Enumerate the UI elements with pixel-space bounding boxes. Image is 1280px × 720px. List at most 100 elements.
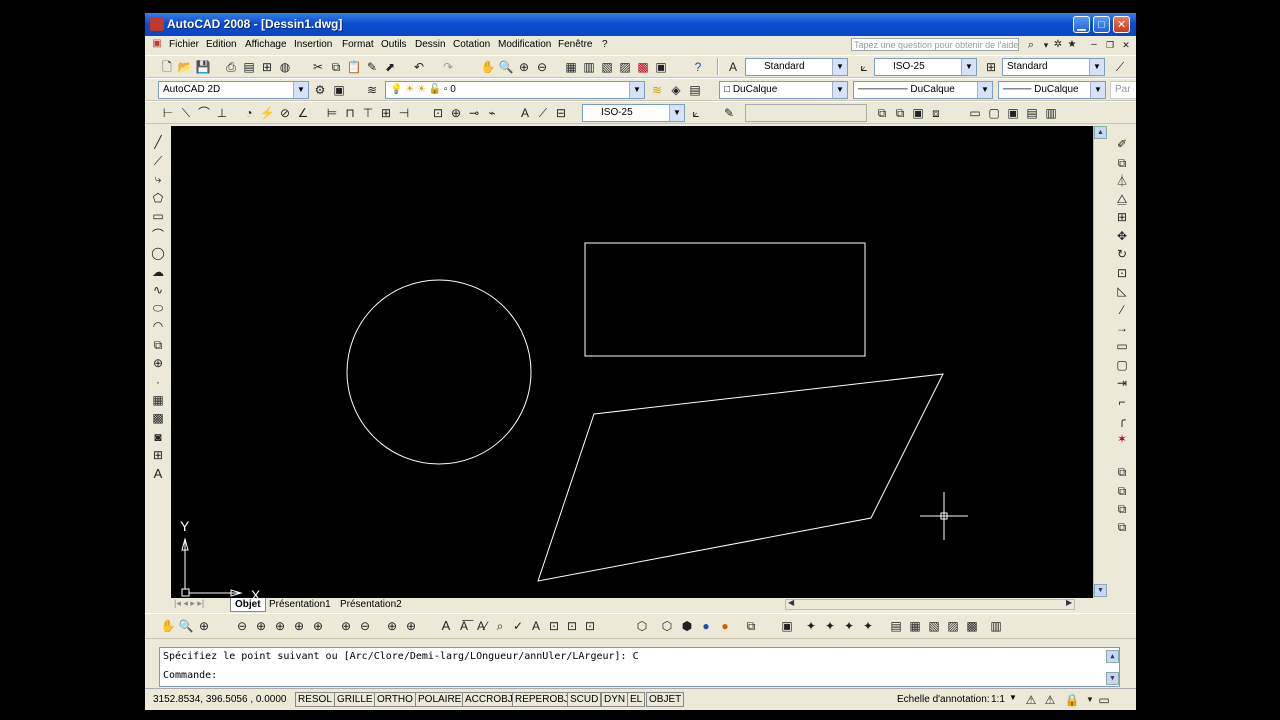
menu-dessin[interactable]: Dessin (415, 39, 446, 50)
paste-icon[interactable]: 📋 (346, 59, 362, 75)
draw-order-below-icon[interactable]: ⧉ (1114, 519, 1130, 535)
array-icon[interactable]: ⊞ (1114, 209, 1130, 225)
dim-style-icon[interactable]: ⟀ (856, 59, 872, 75)
drawn-circle[interactable] (346, 279, 532, 465)
toggle-dyn[interactable]: DYN (601, 692, 629, 707)
spell-check-icon[interactable]: ✓ (510, 618, 526, 634)
coordinate-display[interactable]: 3152.8534, 396.5056 , 0.0000 (153, 694, 286, 705)
point-icon[interactable]: · (150, 374, 166, 390)
plot-icon[interactable]: ▧ (926, 618, 942, 634)
justify-text-icon[interactable]: ⧈ (928, 105, 944, 121)
open-file-icon[interactable]: 📂 (177, 59, 193, 75)
rectangle-icon[interactable]: ▭ (150, 208, 166, 224)
zoom-previous-icon[interactable]: ⊖ (534, 59, 550, 75)
rotate-icon[interactable]: ↻ (1114, 246, 1130, 262)
zoom-out-icon[interactable]: ⊖ (357, 618, 373, 634)
tab-nav-arrows-icon[interactable]: |◂ ◂ ▸ ▸| (174, 598, 204, 609)
fillet-icon[interactable]: ╭ (1114, 412, 1130, 428)
menu-insertion[interactable]: Insertion (294, 39, 332, 50)
make-block-icon[interactable]: ⊕ (150, 355, 166, 371)
toggle-scud[interactable]: SCUD (567, 692, 602, 707)
undo-icon[interactable]: ↶ (411, 59, 427, 75)
tab-presentation2[interactable]: Présentation2 (340, 598, 402, 612)
viewport-object-icon[interactable]: ▣ (1005, 105, 1021, 121)
layer-manager-icon[interactable]: ≋ (364, 82, 380, 98)
markup-icon[interactable]: ▩ (635, 59, 651, 75)
tool-palettes-icon[interactable]: ▧ (599, 59, 615, 75)
trim-icon[interactable]: ⁄ (1114, 302, 1130, 318)
compare-icon[interactable]: ▥ (988, 618, 1004, 634)
aligned-dim-icon[interactable]: ⟍ (178, 105, 194, 121)
extend-icon[interactable]: → (1114, 320, 1130, 336)
center-mark-icon[interactable]: ⊕ (448, 105, 464, 121)
animation-icon[interactable]: ✦ (860, 618, 876, 634)
layer-select[interactable]: 💡 ☀ ☀ 🔓 ▫ 0 ▼ (385, 81, 645, 99)
zoom-center-icon[interactable]: ⊕ (291, 618, 307, 634)
pan-icon[interactable]: ✋ (480, 59, 496, 75)
scroll-down-icon[interactable]: ▼ (1094, 584, 1107, 597)
quick-dim-icon[interactable]: ⊨ (324, 105, 340, 121)
layer-states-icon[interactable]: ▤ (687, 82, 703, 98)
polygon-icon[interactable]: ⬠ (150, 190, 166, 206)
pan-realtime-icon[interactable]: ✋ (160, 618, 176, 634)
scale-icon[interactable]: ⊡ (1114, 265, 1130, 281)
render-window-icon[interactable]: ⧉ (743, 618, 759, 634)
document-icon[interactable]: ▣ (150, 37, 164, 51)
toggle-ortho[interactable]: ORTHO (374, 692, 416, 707)
radius-dim-icon[interactable]: ◔ (241, 105, 257, 121)
draw-order-above-icon[interactable]: ⧉ (1114, 501, 1130, 517)
find-replace-icon[interactable]: ⌕ (492, 618, 508, 634)
text-style-icon[interactable]: A (725, 59, 741, 75)
autocad-app-icon[interactable] (150, 17, 164, 31)
dim-space-icon[interactable]: ⊞ (378, 105, 394, 121)
spline-icon[interactable]: ∿ (150, 282, 166, 298)
menu-help[interactable]: ? (602, 39, 608, 50)
scroll-left-icon[interactable]: ◀ (788, 598, 794, 607)
justify-text-icon[interactable]: ⊡ (564, 618, 580, 634)
maximize-button[interactable]: □ (1093, 16, 1110, 33)
solid-cube-icon[interactable]: ⬢ (679, 618, 695, 634)
help-search-input[interactable]: Tapez une question pour obtenir de l'aid… (851, 38, 1019, 51)
close-button[interactable]: ✕ (1113, 16, 1130, 33)
menu-fichier[interactable]: Fichier (169, 39, 199, 50)
dim-style-select[interactable]: ISO-25 ▼ (874, 58, 977, 76)
match-properties-icon[interactable]: ✎ (364, 59, 380, 75)
linear-dim-icon[interactable]: ⊢ (160, 105, 176, 121)
multiline-text-icon[interactable]: ✎ (721, 105, 737, 121)
zoom-window-icon[interactable]: ⊕ (516, 59, 532, 75)
toggle-accrobj[interactable]: ACCROBJ (462, 692, 516, 707)
redo-icon[interactable]: ↷ (440, 59, 456, 75)
tolerance-icon[interactable]: ⊡ (430, 105, 446, 121)
toggle-resol[interactable]: RESOL (295, 692, 335, 707)
ordinate-dim-icon[interactable]: ⊥ (214, 105, 230, 121)
dim-text-edit-icon[interactable]: ⟋ (535, 105, 551, 121)
minimize-button[interactable]: ▁ (1073, 16, 1090, 33)
help-icon[interactable]: ? (690, 59, 706, 75)
linetype-select[interactable]: ─────── DuCalque ▼ (853, 81, 993, 99)
copy-object-icon[interactable]: ⧉ (1114, 155, 1130, 171)
menu-cotation[interactable]: Cotation (453, 39, 490, 50)
drawing-area[interactable]: Y X (171, 126, 1093, 603)
scale-text-icon[interactable]: ▣ (910, 105, 926, 121)
gradient-icon[interactable]: ▩ (150, 410, 166, 426)
solid-wedge-icon[interactable]: ⬡ (659, 618, 675, 634)
scroll-right-icon[interactable]: ▶ (1066, 598, 1072, 607)
draw-order-front-icon[interactable]: ⧉ (1114, 464, 1130, 480)
command-line[interactable]: Spécifiez le point suivant ou [Arc/Clore… (159, 647, 1120, 687)
dim-break-icon[interactable]: ⊣ (396, 105, 412, 121)
viewport-single-icon[interactable]: ▭ (967, 105, 983, 121)
scroll-up-icon[interactable]: ▲ (1094, 126, 1107, 139)
text-style-icon[interactable]: A⁄ (474, 618, 490, 634)
toggle-objet[interactable]: OBJET (646, 692, 685, 707)
zoom-window-icon[interactable]: ⊕ (196, 618, 212, 634)
line-icon[interactable]: ╱ (150, 134, 166, 150)
construction-line-icon[interactable]: ⟋ (150, 153, 166, 169)
horizontal-scrollbar[interactable]: ◀ ▶ (785, 598, 1075, 610)
new-file-icon[interactable]: 🗋 (159, 59, 175, 75)
menu-format[interactable]: Format (342, 39, 374, 50)
design-center-icon[interactable]: ▥ (581, 59, 597, 75)
block-editor-icon[interactable]: ⬈ (382, 59, 398, 75)
text-input-box[interactable] (745, 104, 867, 122)
help-search-icon[interactable]: ⌕ (1023, 37, 1039, 53)
clean-screen-icon[interactable]: ▭ (1096, 692, 1112, 708)
